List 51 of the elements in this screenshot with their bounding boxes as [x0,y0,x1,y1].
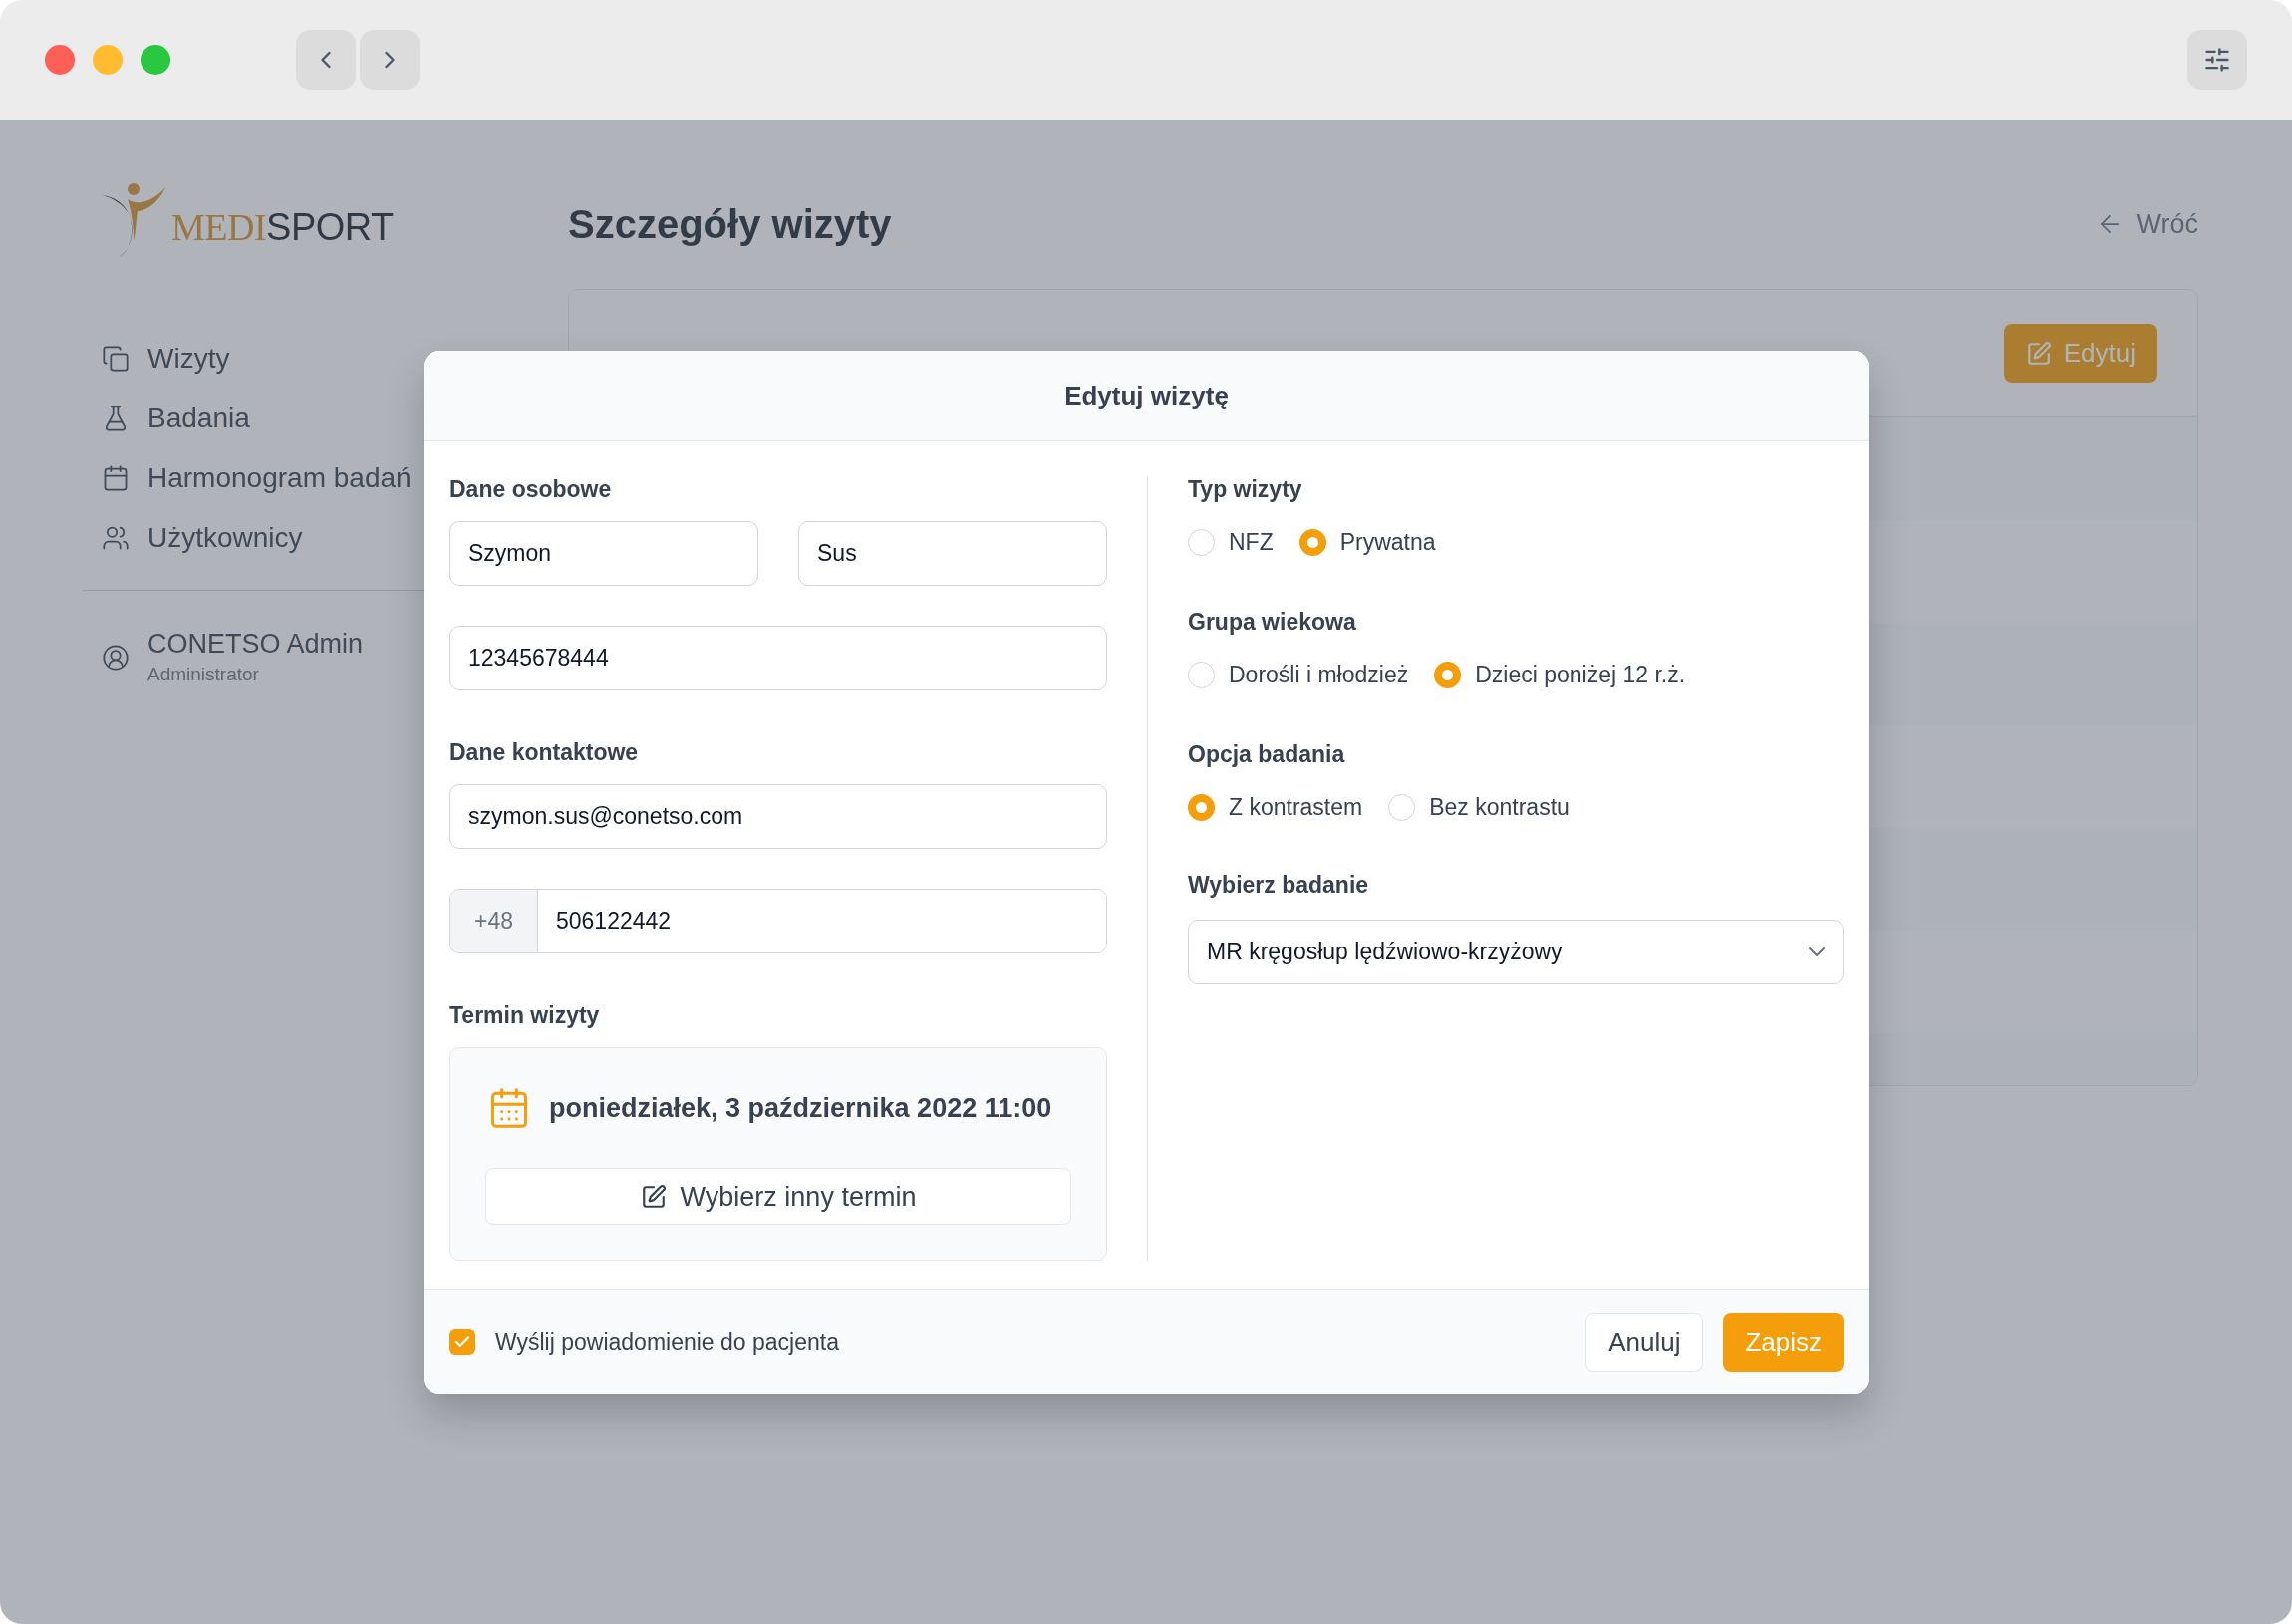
first-name-field[interactable]: Szymon [449,521,758,586]
radio-icon[interactable] [1298,528,1326,556]
user-icon [102,643,130,672]
users-icon [102,524,130,552]
minimize-window-button[interactable] [93,45,123,75]
calendar-icon [102,464,130,492]
edit-icon [2025,340,2052,367]
section-heading: Opcja badania [1188,740,1346,768]
section-heading: Typ wizyty [1188,475,1303,503]
forward-button[interactable] [360,30,420,90]
settings-button[interactable] [2187,30,2247,90]
exam-select[interactable]: MR kręgosłup lędźwiowo-krzyżowy [1188,920,1844,984]
radio-icon[interactable] [1434,661,1462,688]
radio-icon[interactable] [1188,528,1215,556]
dialog-title: Edytuj wizytę [1064,380,1229,411]
maximize-window-button[interactable] [141,45,170,75]
sidebar-item[interactable]: Badania [82,389,538,448]
user-role: Administrator [147,664,260,685]
email-field[interactable]: szymon.sus@conetso.com [449,784,1107,849]
sidebar-item[interactable]: Wizyty [82,329,538,389]
radio-option[interactable]: Dzieci poniżej 12 r.ż. [1434,661,1686,688]
radio-icon[interactable] [1388,793,1416,821]
edit-icon [640,1184,667,1210]
sliders-icon [2203,46,2231,74]
radio-icon[interactable] [1188,661,1215,688]
radio-option[interactable]: NFZ [1188,528,1274,556]
section-heading: Dane osobowe [449,475,613,503]
appointment-date: poniedziałek, 3 października 2022 11:00 [549,1092,1052,1124]
section-heading: Grupa wiekowa [1188,608,1357,636]
section-heading: Dane kontaktowe [449,738,640,766]
radio-icon[interactable] [1188,793,1215,821]
radio-option[interactable]: Bez kontrastu [1388,793,1570,821]
pesel-field[interactable]: 12345678444 [449,626,1107,690]
user-name: CONETSO Admin [147,629,364,660]
section-heading: Wybierz badanie [1188,871,1370,899]
last-name-field[interactable]: Sus [798,521,1107,586]
radio-option[interactable]: Z kontrastem [1188,793,1363,821]
radio-option[interactable]: Dorośli i młodzież [1188,661,1409,688]
clipboards-icon [102,345,130,373]
logo-text: MEDISPORT [171,205,394,250]
notify-label: Wyślij powiadomienie do pacjenta [495,1328,839,1356]
chevron-down-icon [1809,947,1825,956]
page-title: Szczegóły wizyty [568,201,892,247]
section-heading: Termin wizyty [449,1001,601,1029]
radio-option[interactable]: Prywatna [1298,528,1436,556]
close-window-button[interactable] [45,45,75,75]
cancel-button[interactable]: Anuluj [1585,1312,1704,1372]
phone-field[interactable]: +48 506122442 [449,889,1107,953]
notify-checkbox[interactable] [449,1329,475,1355]
back-button[interactable] [296,30,356,90]
change-date-button[interactable]: Wybierz inny termin [485,1168,1071,1225]
